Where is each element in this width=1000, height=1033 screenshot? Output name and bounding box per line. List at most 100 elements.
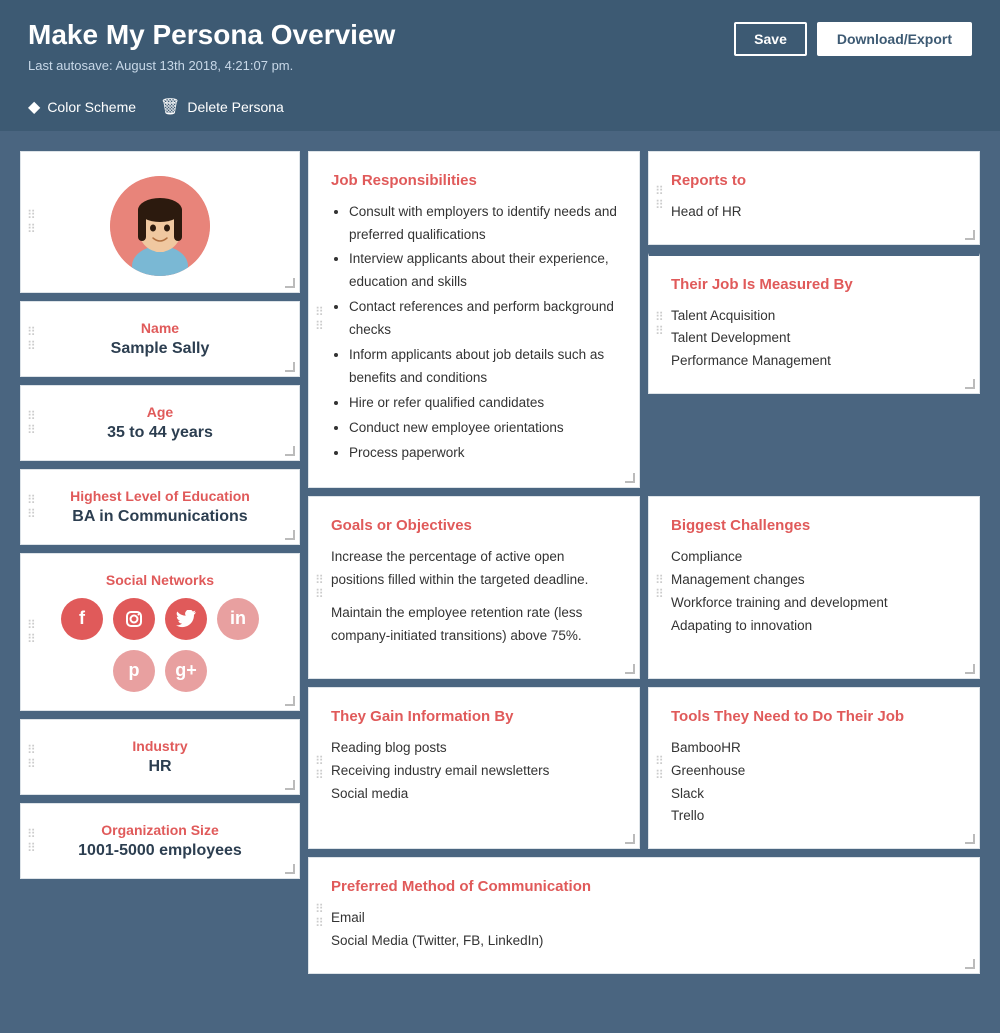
- org-size-card: Organization Size 1001-5000 employees: [20, 803, 300, 879]
- resize-handle[interactable]: [625, 473, 635, 483]
- instagram-icon[interactable]: [113, 598, 155, 640]
- color-scheme-button[interactable]: ◆ Color Scheme: [28, 97, 136, 117]
- name-value: Sample Sally: [37, 340, 283, 358]
- measured-by-card: Their Job Is Measured By Talent Acquisit…: [648, 253, 980, 395]
- list-item: Contact references and perform backgroun…: [349, 296, 617, 342]
- header-top: Make My Persona Overview Last autosave: …: [28, 18, 972, 73]
- challenges-content: Compliance Management changes Workforce …: [671, 546, 957, 638]
- tools-title: Tools They Need to Do Their Job: [671, 708, 957, 725]
- reports-to-title: Reports to: [671, 172, 957, 189]
- industry-card: Industry HR: [20, 719, 300, 795]
- list-item: Talent Acquisition: [671, 305, 957, 328]
- list-item: Performance Management: [671, 350, 957, 373]
- industry-label: Industry: [37, 738, 283, 754]
- drag-handle[interactable]: [655, 755, 664, 781]
- drag-handle[interactable]: [655, 574, 664, 600]
- resize-handle[interactable]: [285, 446, 295, 456]
- communication-card: Preferred Method of Communication Email …: [308, 857, 980, 974]
- job-responsibilities-content: Consult with employers to identify needs…: [331, 201, 617, 465]
- resize-handle[interactable]: [965, 379, 975, 389]
- resize-handle[interactable]: [625, 664, 635, 674]
- list-item: Receiving industry email newsletters: [331, 760, 617, 783]
- gain-info-card: They Gain Information By Reading blog po…: [308, 687, 640, 850]
- delete-persona-label: Delete Persona: [187, 99, 284, 115]
- facebook-icon[interactable]: f: [61, 598, 103, 640]
- resize-handle[interactable]: [965, 959, 975, 969]
- list-item: Email: [331, 907, 957, 930]
- avatar: [110, 176, 210, 276]
- page-title: Make My Persona Overview: [28, 18, 395, 52]
- reports-to-value: Head of HR: [671, 204, 742, 219]
- communication-content: Email Social Media (Twitter, FB, LinkedI…: [331, 907, 957, 953]
- drag-handle[interactable]: [655, 185, 664, 211]
- avatar-illustration: [110, 176, 210, 276]
- list-item: Hire or refer qualified candidates: [349, 392, 617, 415]
- resize-handle[interactable]: [285, 864, 295, 874]
- list-item: Workforce training and development: [671, 592, 957, 615]
- drag-handle[interactable]: [315, 755, 324, 781]
- goals-title: Goals or Objectives: [331, 517, 617, 534]
- drag-handle[interactable]: [27, 209, 36, 235]
- list-item: Social Media (Twitter, FB, LinkedIn): [331, 930, 957, 953]
- instagram-svg: [124, 609, 144, 629]
- drag-handle[interactable]: [315, 574, 324, 600]
- list-item: Slack: [671, 783, 957, 806]
- header-toolbar: ◆ Color Scheme 🗑 Delete Persona: [28, 87, 972, 131]
- education-card: Highest Level of Education BA in Communi…: [20, 469, 300, 545]
- age-card: Age 35 to 44 years: [20, 385, 300, 461]
- social-label: Social Networks: [37, 572, 283, 588]
- drag-handle[interactable]: [27, 410, 36, 436]
- list-item: BambooHR: [671, 737, 957, 760]
- googleplus-icon[interactable]: g+: [165, 650, 207, 692]
- drag-handle[interactable]: [27, 744, 36, 770]
- list-item: Greenhouse: [671, 760, 957, 783]
- right-column: Job Responsibilities Consult with employ…: [308, 151, 980, 975]
- delete-persona-button[interactable]: 🗑 Delete Persona: [160, 97, 284, 117]
- list-item: Interview applicants about their experie…: [349, 248, 617, 294]
- twitter-svg: [176, 610, 196, 628]
- drag-handle[interactable]: [315, 306, 324, 332]
- gain-info-title: They Gain Information By: [331, 708, 617, 725]
- list-item: Inform applicants about job details such…: [349, 344, 617, 390]
- save-button[interactable]: Save: [734, 22, 807, 56]
- resize-handle[interactable]: [965, 230, 975, 240]
- linkedin-icon[interactable]: in: [217, 598, 259, 640]
- resize-handle[interactable]: [285, 780, 295, 790]
- download-button[interactable]: Download/Export: [817, 22, 972, 56]
- twitter-icon[interactable]: [165, 598, 207, 640]
- drag-handle[interactable]: [655, 311, 664, 337]
- main-content: Name Sample Sally Age 35 to 44 years Hig…: [0, 131, 1000, 1005]
- resize-handle[interactable]: [285, 362, 295, 372]
- measured-by-title: Their Job Is Measured By: [671, 276, 957, 293]
- right-col-stack: Reports to Head of HR Their Job Is Measu…: [648, 151, 980, 488]
- pinterest-icon[interactable]: p: [113, 650, 155, 692]
- drag-handle[interactable]: [27, 326, 36, 352]
- list-item: Consult with employers to identify needs…: [349, 201, 617, 247]
- avatar-card: [20, 151, 300, 293]
- list-item: Management changes: [671, 569, 957, 592]
- resize-handle[interactable]: [965, 834, 975, 844]
- resize-handle[interactable]: [285, 530, 295, 540]
- goals-card: Goals or Objectives Increase the percent…: [308, 496, 640, 679]
- communication-title: Preferred Method of Communication: [331, 878, 957, 895]
- drag-handle[interactable]: [315, 903, 324, 929]
- drag-handle[interactable]: [27, 494, 36, 520]
- goals-paragraph-1: Increase the percentage of active open p…: [331, 546, 617, 592]
- drag-handle[interactable]: [27, 828, 36, 854]
- resize-handle[interactable]: [965, 664, 975, 674]
- resize-handle[interactable]: [285, 278, 295, 288]
- measured-by-content: Talent Acquisition Talent Development Pe…: [671, 305, 957, 374]
- right-row-1: Job Responsibilities Consult with employ…: [308, 151, 980, 488]
- list-item: Reading blog posts: [331, 737, 617, 760]
- challenges-card: Biggest Challenges Compliance Management…: [648, 496, 980, 679]
- name-label: Name: [37, 320, 283, 336]
- resize-handle[interactable]: [625, 834, 635, 844]
- gain-info-content: Reading blog posts Receiving industry em…: [331, 737, 617, 806]
- challenges-title: Biggest Challenges: [671, 517, 957, 534]
- age-value: 35 to 44 years: [37, 424, 283, 442]
- color-scheme-label: Color Scheme: [47, 99, 136, 115]
- drag-handle[interactable]: [27, 619, 36, 645]
- list-item: Talent Development: [671, 327, 957, 350]
- resize-handle[interactable]: [285, 696, 295, 706]
- list-item: Process paperwork: [349, 442, 617, 465]
